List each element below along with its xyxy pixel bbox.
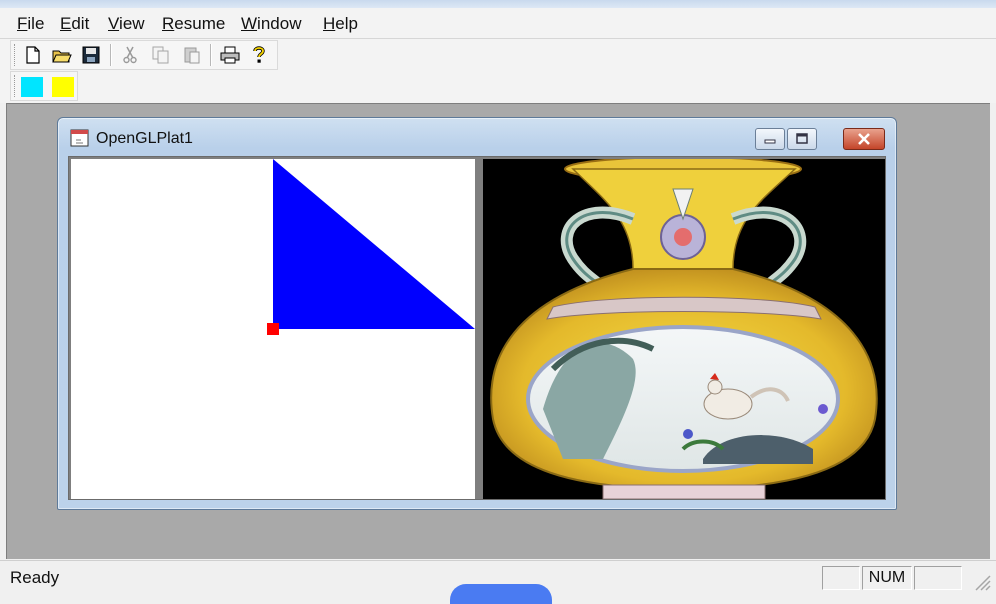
minimize-icon — [764, 139, 776, 144]
color-toolbar — [10, 71, 78, 101]
status-pane-caps — [822, 566, 860, 590]
status-pane-num: NUM — [862, 566, 912, 590]
menu-help[interactable]: Help — [323, 14, 358, 34]
restore-button[interactable] — [787, 128, 817, 150]
copy-icon[interactable] — [149, 43, 173, 67]
child-window[interactable]: OpenGLPlat1 — [57, 117, 897, 510]
menu-bar: File Edit View Resume Window Help — [0, 8, 996, 39]
status-pane-scrl — [914, 566, 962, 590]
triangle-drawing — [267, 159, 475, 335]
paste-icon[interactable] — [180, 43, 204, 67]
blue-triangle — [273, 159, 475, 329]
close-button[interactable] — [843, 128, 885, 150]
window-top-edge — [0, 0, 996, 8]
close-icon — [858, 133, 870, 145]
cut-icon[interactable] — [118, 43, 142, 67]
opengl-right-viewport[interactable] — [483, 159, 885, 499]
minimize-button[interactable] — [755, 128, 785, 150]
red-vertex-marker — [267, 323, 279, 335]
menu-resume[interactable]: Resume — [162, 14, 225, 34]
menu-edit[interactable]: Edit — [60, 14, 89, 34]
child-window-title: OpenGLPlat1 — [96, 130, 193, 147]
print-icon[interactable] — [218, 43, 242, 67]
opengl-left-viewport[interactable] — [71, 159, 475, 499]
open-folder-icon[interactable] — [50, 43, 74, 67]
toolbar-gripper[interactable] — [14, 75, 17, 97]
help-question-icon[interactable] — [247, 43, 271, 67]
menu-file[interactable]: File — [17, 14, 44, 34]
opengl-client-area[interactable] — [68, 156, 886, 500]
status-text: Ready — [10, 568, 60, 587]
overlay-tab — [450, 584, 552, 604]
vase-image — [483, 159, 885, 499]
menu-view[interactable]: View — [108, 14, 145, 34]
resize-grip-icon[interactable] — [970, 570, 992, 592]
standard-toolbar — [10, 40, 278, 70]
toolbar-gripper[interactable] — [14, 44, 17, 66]
menu-window[interactable]: Window — [241, 14, 301, 34]
new-document-icon[interactable] — [21, 43, 45, 67]
toolbar-separator — [210, 44, 212, 66]
toolbar-separator — [110, 44, 112, 66]
document-window-icon — [70, 128, 90, 148]
save-disk-icon[interactable] — [79, 43, 103, 67]
cyan-color-swatch[interactable] — [21, 77, 43, 97]
restore-icon — [796, 133, 808, 144]
yellow-color-swatch[interactable] — [52, 77, 74, 97]
